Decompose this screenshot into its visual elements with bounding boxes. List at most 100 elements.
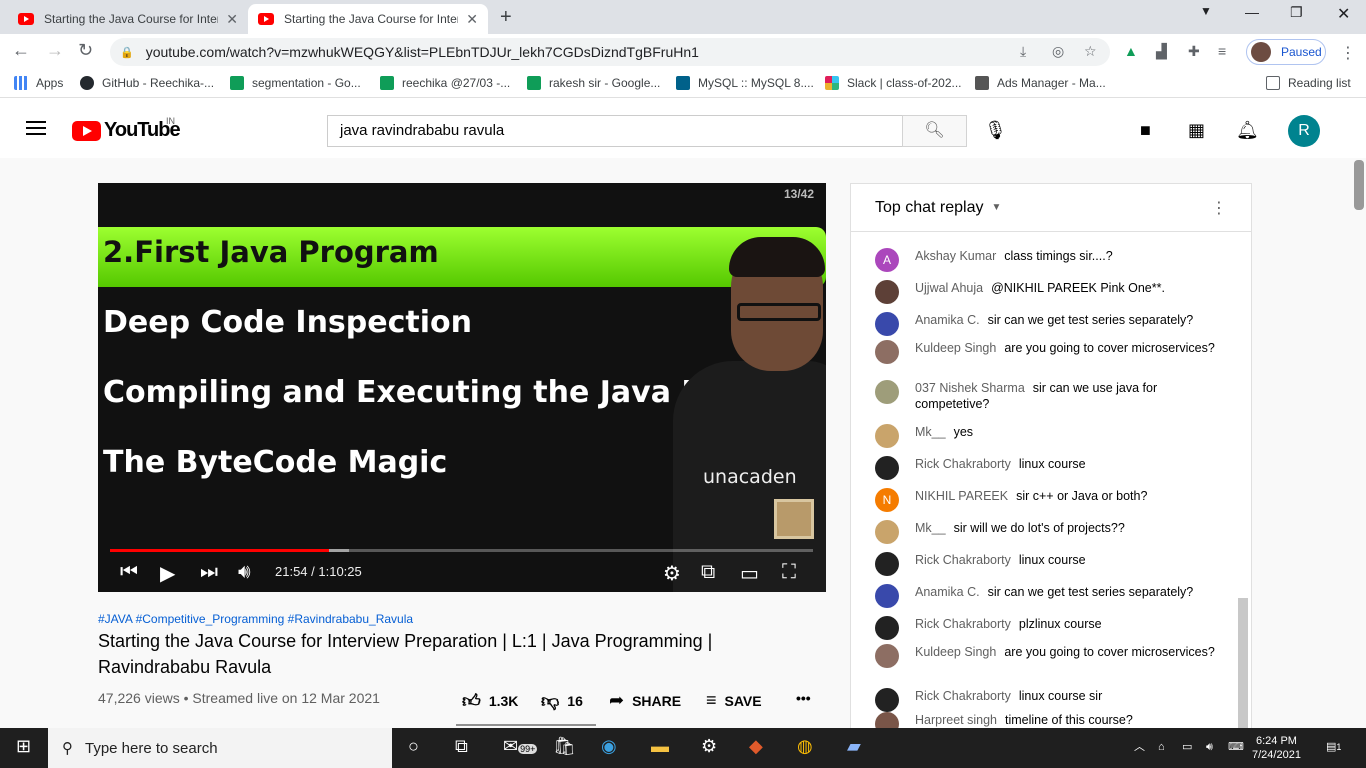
battery-icon[interactable]: ▭: [1182, 740, 1192, 754]
show-hidden-icons[interactable]: ︿: [1134, 740, 1145, 754]
chat-author-name[interactable]: Ujjwal Ahuja: [915, 281, 983, 295]
chat-author-avatar[interactable]: [875, 380, 899, 404]
chat-message[interactable]: Rick Chakraborty linux course: [875, 456, 1215, 480]
bookmark-ads-manager[interactable]: Ads Manager - Ma...: [975, 76, 1106, 90]
bookmark-star-icon[interactable]: ☆: [1084, 43, 1097, 60]
chat-author-avatar[interactable]: [875, 280, 899, 304]
chat-author-name[interactable]: NIKHIL PAREEK: [915, 489, 1008, 503]
bookmark-apps[interactable]: Apps: [14, 76, 63, 90]
address-bar[interactable]: 🔒 youtube.com/watch?v=mzwhukWEQGY&list=P…: [110, 38, 1110, 66]
chat-author-avatar[interactable]: [875, 456, 899, 480]
video-hashtags[interactable]: #JAVA #Competitive_Programming #Ravindra…: [98, 612, 413, 626]
share-button[interactable]: ➦ SHARE: [609, 690, 681, 711]
bookmark-reechika[interactable]: reechika @27/03 -...: [380, 76, 510, 90]
store-icon[interactable]: 🛍︎: [553, 736, 576, 757]
chat-author-name[interactable]: 037 Nishek Sharma: [915, 381, 1025, 395]
chrome-icon[interactable]: ◍: [797, 736, 813, 757]
account-avatar[interactable]: R: [1288, 115, 1320, 147]
hamburger-menu-icon[interactable]: [26, 121, 46, 139]
chat-message[interactable]: Rick Chakraborty plzlinux course: [875, 616, 1215, 640]
close-tab-icon[interactable]: ✕: [226, 11, 238, 28]
video-player[interactable]: 13/42 2.First Java Program Deep Code Ins…: [98, 183, 826, 592]
chat-mode-selector[interactable]: Top chat replay ▼: [851, 184, 1251, 232]
bookmark-mysql[interactable]: MySQL :: MySQL 8....: [676, 76, 814, 90]
reload-icon[interactable]: ↻: [78, 40, 93, 61]
profile-button[interactable]: Paused: [1246, 39, 1326, 65]
close-tab-icon[interactable]: ✕: [466, 11, 478, 28]
notifications-bell-icon[interactable]: 🔔︎: [1236, 120, 1259, 141]
previous-icon[interactable]: ⏮: [120, 561, 138, 584]
chat-message[interactable]: Ujjwal Ahuja @NIKHIL PAREEK Pink One**.: [875, 280, 1215, 304]
bookmark-github[interactable]: GitHub - Reechika-...: [80, 76, 214, 90]
maximize-button[interactable]: ❐: [1290, 4, 1303, 21]
apps-grid-icon[interactable]: ▦: [1188, 120, 1205, 141]
search-button[interactable]: 🔍︎: [902, 115, 967, 147]
chat-message[interactable]: Mk__ sir will we do lot's of projects??: [875, 520, 1215, 544]
video-progress-bar[interactable]: [110, 549, 813, 552]
minimize-button[interactable]: —: [1245, 4, 1259, 20]
like-button[interactable]: 👍︎ 1.3K: [462, 690, 518, 712]
chat-author-name[interactable]: Rick Chakraborty: [915, 457, 1011, 471]
chat-menu-icon[interactable]: ⋮: [1211, 198, 1227, 218]
chat-message[interactable]: Anamika C. sir can we get test series sep…: [875, 584, 1215, 608]
chat-author-avatar[interactable]: [875, 340, 899, 364]
search-input[interactable]: java ravindrababu ravula: [327, 115, 903, 147]
forward-icon[interactable]: →: [46, 40, 64, 61]
app-icon[interactable]: ▰: [847, 736, 861, 757]
network-icon[interactable]: ⌂: [1158, 740, 1165, 754]
chat-author-name[interactable]: Anamika C.: [915, 585, 980, 599]
clock[interactable]: 6:24 PM 7/24/2021: [1252, 734, 1301, 762]
edge-icon[interactable]: ◉: [601, 736, 617, 757]
chat-author-avatar[interactable]: [875, 688, 899, 712]
chat-author-name[interactable]: Rick Chakraborty: [915, 553, 1011, 567]
install-icon[interactable]: ⤓: [1020, 43, 1026, 60]
save-button[interactable]: ≡ SAVE: [706, 690, 762, 711]
chat-author-name[interactable]: Mk__: [915, 521, 946, 535]
chat-author-avatar[interactable]: [875, 312, 899, 336]
chat-author-name[interactable]: Kuldeep Singh: [915, 645, 996, 659]
channel-watermark-icon[interactable]: [774, 499, 814, 539]
chat-author-name[interactable]: Rick Chakraborty: [915, 689, 1011, 703]
windows-start-icon[interactable]: ⊞: [16, 736, 31, 757]
chat-scrollbar[interactable]: [1238, 598, 1248, 728]
miniplayer-icon[interactable]: ⧉: [701, 561, 715, 584]
chat-author-name[interactable]: Kuldeep Singh: [915, 341, 996, 355]
dislike-button[interactable]: 👎︎ 16: [541, 690, 583, 712]
volume-icon[interactable]: 🔊︎: [1206, 740, 1213, 754]
chat-author-name[interactable]: Mk__: [915, 425, 946, 439]
bookmark-segmentation[interactable]: segmentation - Go...: [230, 76, 361, 90]
chat-author-avatar[interactable]: N: [875, 488, 899, 512]
chat-message[interactable]: N NIKHIL PAREEK sir c++ or Java or both?: [875, 488, 1215, 512]
reading-list-button[interactable]: Reading list: [1266, 76, 1351, 90]
close-window-button[interactable]: ✕: [1337, 4, 1350, 24]
more-actions-button[interactable]: •••: [796, 690, 811, 706]
chat-message[interactable]: 037 Nishek Sharma sir can we use java for…: [875, 380, 1215, 412]
chat-author-avatar[interactable]: [875, 644, 899, 668]
chat-author-avatar[interactable]: [875, 520, 899, 544]
chat-author-name[interactable]: Harpreet singh: [915, 713, 997, 727]
chat-message[interactable]: Rick Chakraborty linux course: [875, 552, 1215, 576]
mail-icon[interactable]: ✉ 99+: [503, 736, 538, 757]
next-icon[interactable]: ⏭: [200, 561, 218, 584]
browser-tab-1[interactable]: Starting the Java Course for Inter ✕: [8, 4, 248, 34]
git-icon[interactable]: ◆: [749, 736, 763, 757]
file-explorer-icon[interactable]: ▬: [651, 736, 669, 757]
drive-extension-icon[interactable]: ▲: [1124, 43, 1138, 59]
cortana-icon[interactable]: ○: [408, 736, 419, 757]
create-video-icon[interactable]: ■: [1140, 120, 1151, 141]
notifications-icon[interactable]: ▤1: [1326, 740, 1341, 754]
settings-gear-icon[interactable]: ⚙: [663, 561, 681, 586]
chat-author-name[interactable]: Akshay Kumar: [915, 249, 996, 263]
play-icon[interactable]: ▶: [160, 561, 175, 586]
menu-kebab-icon[interactable]: ⋮: [1340, 43, 1356, 63]
eye-off-icon[interactable]: ◎: [1052, 43, 1064, 60]
chat-author-avatar[interactable]: A: [875, 248, 899, 272]
chat-message[interactable]: Kuldeep Singh are you going to cover micr…: [875, 340, 1215, 364]
taskbar-search[interactable]: ⚲ Type here to search: [48, 728, 392, 768]
bookmark-rakesh[interactable]: rakesh sir - Google...: [527, 76, 660, 90]
extension-chart-icon[interactable]: ▟: [1156, 43, 1167, 60]
chat-author-avatar[interactable]: [875, 584, 899, 608]
page-scrollbar[interactable]: [1354, 160, 1364, 210]
chat-message[interactable]: Rick Chakraborty linux course sir: [875, 688, 1215, 712]
task-view-icon[interactable]: ⧉: [455, 736, 468, 757]
